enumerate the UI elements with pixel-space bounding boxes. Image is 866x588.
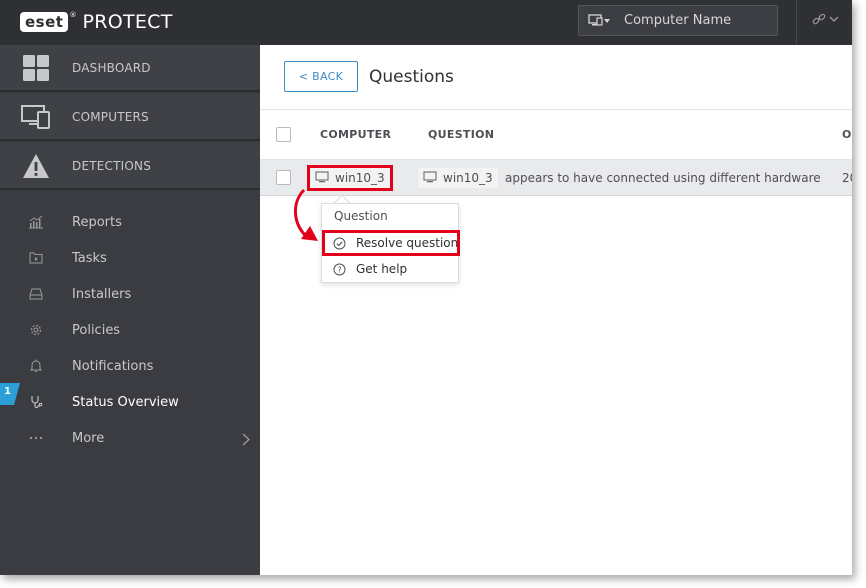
header-divider	[260, 109, 852, 110]
app-window: eset ® PROTECT Computer Name DASHBOARD C…	[0, 0, 852, 575]
computer-link[interactable]: win10_3	[307, 165, 393, 191]
monitor-icon	[423, 170, 437, 186]
step-badge: 1	[0, 383, 20, 405]
sidebar: DASHBOARD COMPUTERS DETECTIONS Reports T…	[0, 45, 260, 575]
sidebar-item-label: DETECTIONS	[72, 158, 152, 173]
annotation-arrow	[294, 188, 318, 241]
sidebar-item-computers[interactable]: COMPUTERS	[0, 94, 260, 141]
svg-text:?: ?	[337, 265, 341, 274]
sidebar-item-label: More	[72, 430, 105, 446]
chevron-right-icon	[242, 431, 250, 450]
logo-registered-mark: ®	[69, 11, 77, 19]
question-computer-link[interactable]: win10_3	[418, 168, 498, 188]
sidebar-item-tasks[interactable]: Tasks	[0, 240, 260, 276]
eset-logo[interactable]: eset ® PROTECT	[20, 11, 173, 33]
product-name: PROTECT	[82, 11, 173, 33]
dashboard-icon	[0, 54, 72, 82]
search-input[interactable]: Computer Name	[624, 13, 731, 28]
policies-icon	[0, 323, 72, 337]
sidebar-item-policies[interactable]: Policies	[0, 312, 260, 348]
warning-icon	[0, 153, 72, 179]
menu-item-label: Get help	[356, 262, 408, 276]
computer-search[interactable]: Computer Name	[578, 5, 778, 36]
installers-icon	[0, 288, 72, 300]
notifications-icon	[0, 359, 72, 373]
question-computer-name: win10_3	[443, 171, 493, 185]
computer-dropdown-icon[interactable]	[588, 13, 612, 28]
computer-name: win10_3	[335, 171, 385, 185]
sidebar-item-label: Status Overview	[72, 394, 179, 410]
sidebar-item-reports[interactable]: Reports	[0, 204, 260, 240]
column-header-other[interactable]: O	[842, 128, 851, 141]
question-text: appears to have connected using differen…	[505, 171, 821, 185]
column-header-computer[interactable]: COMPUTER	[320, 128, 391, 141]
sidebar-item-label: Tasks	[72, 250, 107, 266]
monitor-icon	[315, 170, 329, 186]
sidebar-item-label: Policies	[72, 322, 121, 338]
get-help-item[interactable]: ? Get help	[322, 256, 460, 282]
logo-badge: eset	[20, 12, 69, 32]
menu-item-label: Resolve question	[356, 236, 459, 250]
sidebar-item-notifications[interactable]: Notifications	[0, 348, 260, 384]
sidebar-item-detections[interactable]: DETECTIONS	[0, 143, 260, 190]
other-column-value: 20	[842, 171, 852, 185]
menu-title: Question	[334, 209, 388, 223]
sidebar-item-label: DASHBOARD	[72, 60, 151, 75]
link-icon[interactable]	[812, 12, 839, 26]
more-icon	[0, 436, 72, 440]
top-bar: eset ® PROTECT Computer Name	[0, 0, 852, 45]
reports-icon	[0, 215, 72, 229]
context-menu: Question Resolve question ? Get help	[321, 203, 460, 283]
sidebar-item-label: Installers	[72, 286, 132, 302]
table-row[interactable]: win10_3 win10_3 appears to have connecte…	[260, 160, 852, 196]
row-checkbox[interactable]	[276, 170, 291, 185]
sidebar-item-more[interactable]: More	[0, 420, 260, 456]
topbar-divider	[796, 0, 797, 45]
column-header-question[interactable]: QUESTION	[428, 128, 494, 141]
sidebar-item-dashboard[interactable]: DASHBOARD	[0, 45, 260, 92]
step-badge-number: 1	[4, 386, 11, 397]
select-all-checkbox[interactable]	[276, 127, 291, 142]
sidebar-item-label: Reports	[72, 214, 122, 230]
sidebar-item-label: Notifications	[72, 358, 154, 374]
sidebar-item-installers[interactable]: Installers	[0, 276, 260, 312]
help-icon: ?	[322, 263, 356, 276]
main-content: < BACK Questions COMPUTER QUESTION O win…	[260, 45, 852, 575]
tasks-icon	[0, 252, 72, 264]
computers-icon	[0, 104, 72, 130]
back-button[interactable]: < BACK	[284, 61, 358, 92]
sidebar-item-status-overview[interactable]: Status Overview	[0, 384, 260, 420]
resolve-question-item[interactable]: Resolve question	[322, 230, 460, 256]
page-title: Questions	[369, 67, 454, 87]
sidebar-item-label: COMPUTERS	[72, 109, 149, 124]
